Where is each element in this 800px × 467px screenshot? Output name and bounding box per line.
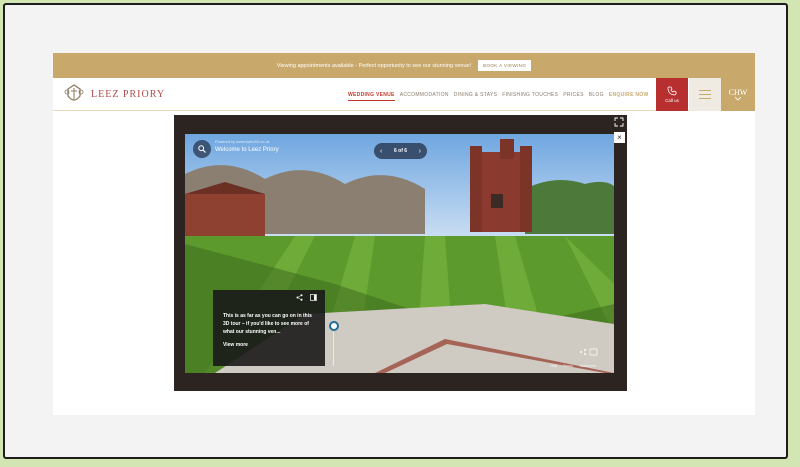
nav-wedding-venue[interactable]: WEDDING VENUE: [348, 92, 395, 101]
card-description: This is as far as you can go on in this …: [223, 313, 312, 335]
nav-accommodation[interactable]: ACCOMMODATION: [400, 92, 449, 101]
powered-by-text: Powered by www.eyeto3D.co.uk: [215, 140, 270, 144]
sidebar-toggle-icon[interactable]: [310, 294, 317, 301]
call-us-button[interactable]: Call us: [656, 78, 688, 111]
footer-icons: [580, 348, 598, 356]
help-link[interactable]: Help: [550, 364, 557, 368]
chevron-down-icon: [735, 97, 741, 101]
brand-monogram-button[interactable]: CHW: [721, 78, 755, 111]
main-nav: LEEZ PRIORY WEDDING VENUE ACCOMMODATION …: [53, 78, 755, 111]
call-us-label: Call us: [665, 98, 679, 103]
crest-icon: [64, 84, 84, 101]
tour-pager: ‹ 6 of 6 ›: [374, 143, 427, 159]
nav-prices[interactable]: PRICES: [563, 92, 583, 101]
search-button[interactable]: [193, 140, 211, 158]
logo-text: LEEZ PRIORY: [91, 88, 166, 100]
hotspot-info-card: This is as far as you can go on in this …: [213, 290, 325, 366]
hotspot-stem: [333, 332, 334, 366]
book-viewing-button[interactable]: BOOK A VIEWING: [478, 60, 532, 71]
nav-menu: WEDDING VENUE ACCOMMODATION DINING & STA…: [348, 92, 649, 101]
logo[interactable]: LEEZ PRIORY: [64, 83, 165, 105]
card-actions: [296, 294, 317, 301]
promo-text: Viewing appointments available - Perfect…: [276, 62, 472, 69]
share-icon[interactable]: [296, 294, 303, 301]
phone-icon: [667, 86, 677, 96]
nav-dining-stays[interactable]: DINING & STAYS: [454, 92, 497, 101]
nav-finishing-touches[interactable]: FINISHING TOUCHES: [502, 92, 558, 101]
fullscreen-icon[interactable]: [614, 117, 624, 127]
nav-enquire-now[interactable]: ENQUIRE NOW: [609, 92, 649, 101]
previous-arrow-icon[interactable]: ‹: [380, 148, 382, 155]
promo-banner: Viewing appointments available - Perfect…: [53, 53, 755, 78]
matterport-link[interactable]: Matterport: [580, 364, 596, 368]
tour-hotspot[interactable]: [329, 321, 339, 331]
menu-button[interactable]: [689, 78, 721, 111]
pager-text: 6 of 6: [393, 148, 408, 154]
next-arrow-icon[interactable]: ›: [419, 148, 421, 155]
hamburger-icon: [699, 90, 711, 99]
view-more-link[interactable]: View more: [223, 342, 316, 348]
monogram-text: CHW: [728, 88, 748, 97]
terms-link[interactable]: Terms: [563, 364, 573, 368]
search-icon: [198, 145, 206, 153]
tour-title: Welcome to Leez Priory: [215, 147, 279, 153]
nav-blog[interactable]: BLOG: [589, 92, 604, 101]
close-icon[interactable]: ×: [614, 132, 625, 143]
